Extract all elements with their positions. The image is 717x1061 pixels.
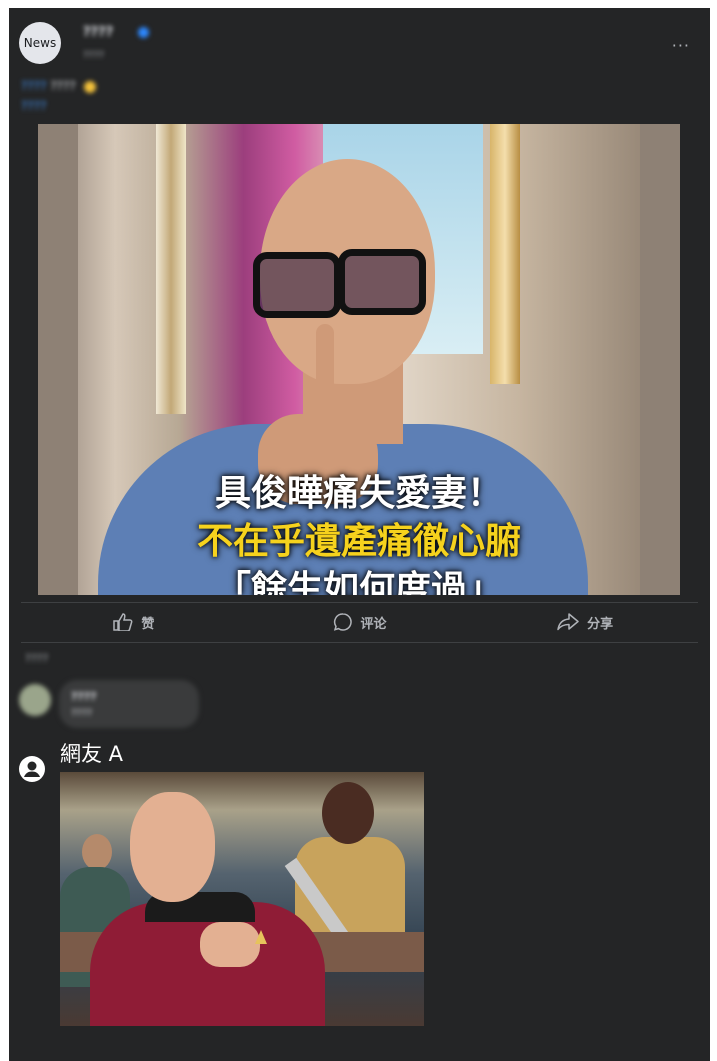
meme-officer-head (322, 782, 374, 844)
share-arrow-icon (557, 613, 579, 631)
photo-pillar-right (490, 124, 520, 384)
photo-overlay-line-3: 「餘生如何度過」 (214, 569, 503, 595)
photo-finger (316, 324, 334, 434)
divider (21, 602, 698, 603)
post-actions: 赞 评论 分享 (21, 606, 698, 638)
more-options-icon[interactable]: ··· (672, 36, 690, 55)
like-button[interactable]: 赞 (21, 606, 247, 638)
post-card: News ???? ???? ··· ???? ???? ???? 具俊曄痛失愛… (9, 8, 710, 1061)
comment-label: 评论 (360, 616, 387, 632)
user-avatar-icon[interactable] (19, 756, 45, 782)
share-label: 分享 (587, 616, 614, 632)
post-caption: ???? ???? ???? (21, 76, 461, 116)
comment-image[interactable] (60, 772, 424, 1026)
photo-overlay-line-1: 具俊曄痛失愛妻！ (214, 473, 503, 514)
photo-glasses-left (253, 252, 341, 318)
page-name[interactable]: ???? (83, 25, 113, 40)
page-avatar[interactable]: News (19, 22, 61, 64)
comment-sort-dropdown[interactable]: ???? (25, 652, 48, 665)
verified-badge-icon (138, 27, 149, 38)
share-button[interactable]: 分享 (472, 606, 698, 638)
comment-bubble (59, 680, 199, 728)
meme-captain-hand (200, 922, 260, 967)
photo-overlay-line-2: 不在乎遺產痛徹心腑 (196, 521, 521, 562)
photo-glasses-right (338, 249, 426, 315)
like-label: 赞 (141, 616, 155, 632)
emoji-icon (83, 80, 96, 93)
comment-text: ???? (71, 708, 93, 719)
post-timestamp[interactable]: ???? (83, 50, 104, 61)
commenter-name[interactable]: ???? (71, 690, 97, 703)
thumbs-up-icon (113, 613, 133, 631)
photo-pillar-left (156, 124, 186, 414)
divider (21, 642, 698, 643)
caption-hashtag[interactable]: ???? (21, 79, 46, 93)
caption-text: ???? (50, 79, 76, 93)
post-header: News ???? ???? ··· ???? ???? ???? (9, 8, 710, 123)
post-photo[interactable]: 具俊曄痛失愛妻！ 不在乎遺產痛徹心腑 「餘生如何度過」 (38, 124, 680, 595)
meme-bg-head (82, 834, 112, 870)
commenter-name[interactable]: 網友 A (60, 738, 123, 768)
comment-bubble-icon (333, 613, 352, 631)
comment-button[interactable]: 评论 (247, 606, 473, 638)
caption-link[interactable]: ???? (21, 96, 461, 116)
meme-captain-head (130, 792, 215, 902)
commenter-avatar[interactable] (19, 684, 51, 716)
